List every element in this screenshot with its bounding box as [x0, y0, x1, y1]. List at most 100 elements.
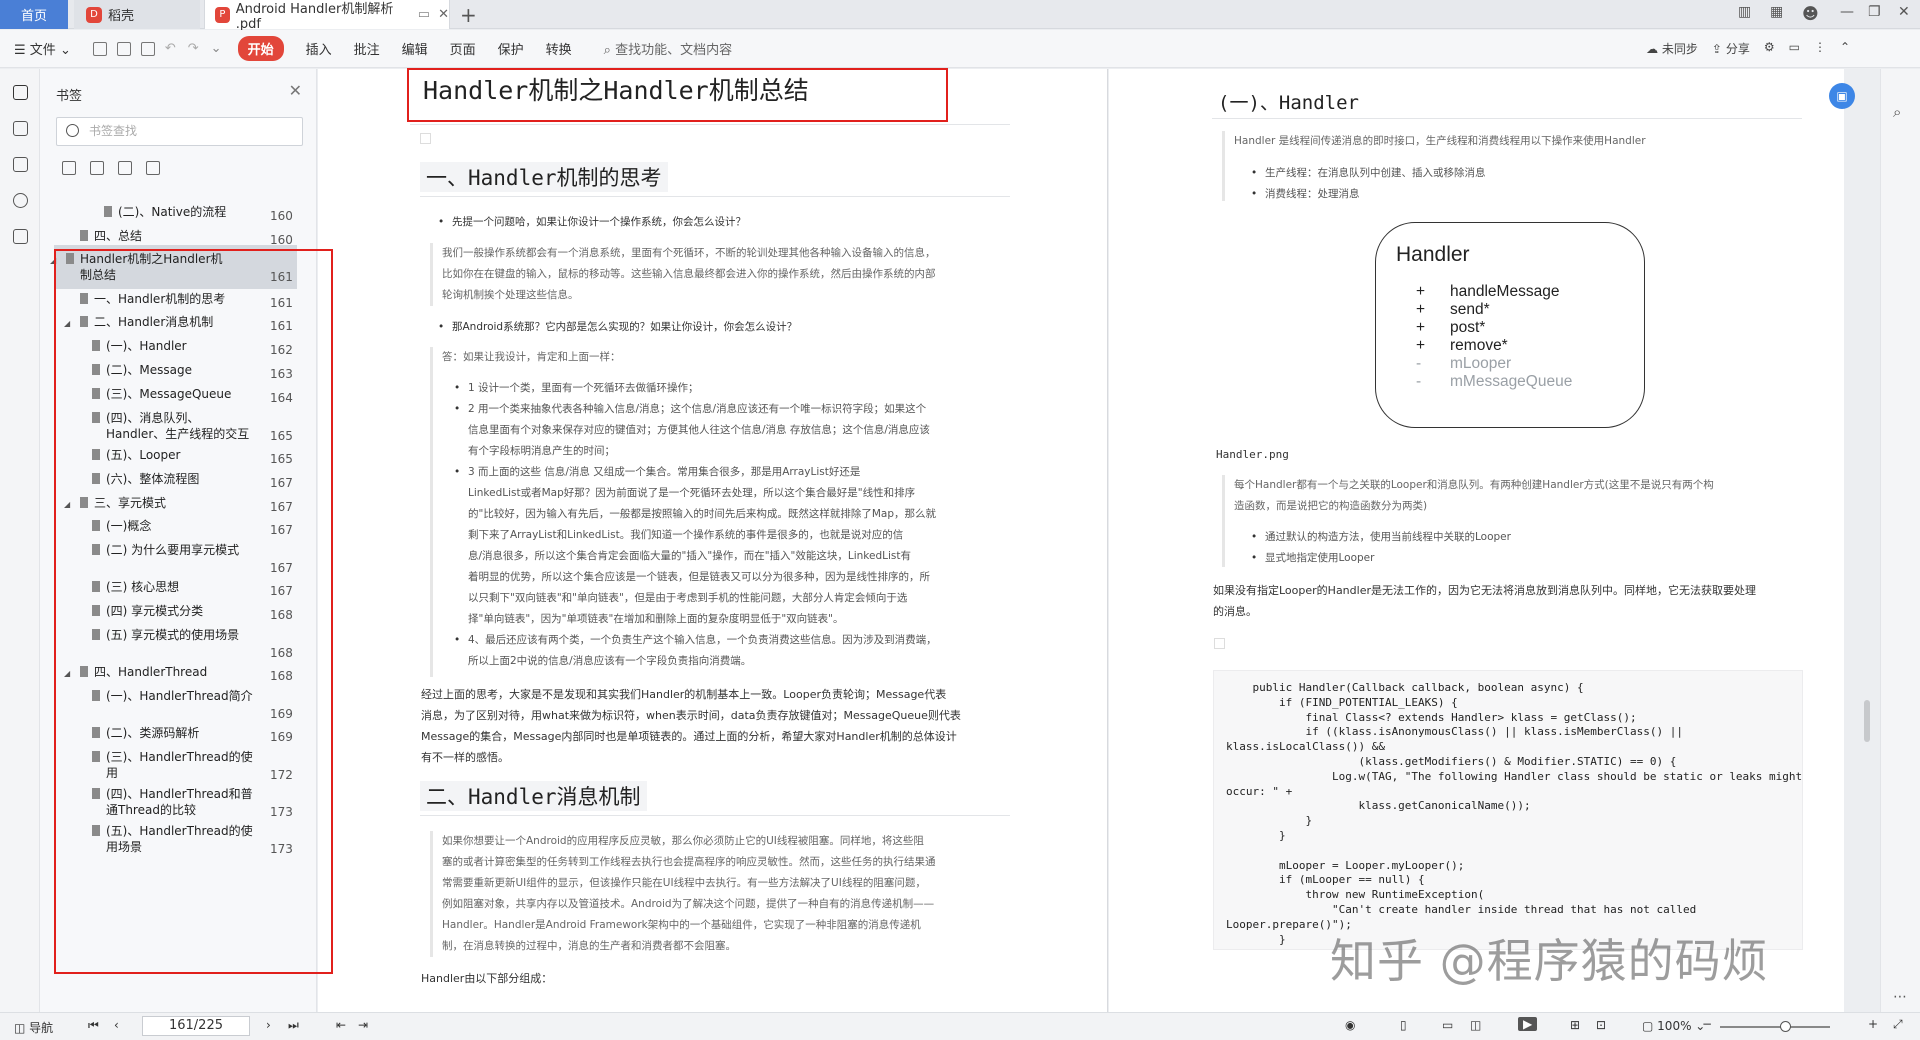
layout-icon[interactable]: ▥	[1738, 4, 1751, 20]
anchor-icon	[420, 133, 431, 144]
step-line: 2 用一个类来抽象代表各种输入信息/消息；这个信息/消息应该还有一个唯一标识符字…	[468, 403, 927, 415]
navigation-label: 导航	[29, 1021, 54, 1035]
code-line: Log.w(TAG, "The following Handler class …	[1226, 769, 1803, 783]
bookmark-outline-icon[interactable]	[146, 161, 160, 175]
avatar[interactable]: ☻	[1802, 4, 1819, 23]
function-search-label: 查找功能、文档内容	[615, 43, 733, 58]
first-page-icon[interactable]: ⏮	[88, 1018, 99, 1033]
open-folder-icon[interactable]	[92, 41, 107, 56]
function-search[interactable]: ⌕ 查找功能、文档内容	[604, 39, 732, 58]
minimize-icon[interactable]: —	[1840, 4, 1854, 20]
sync-status[interactable]: ☁ 未同步	[1646, 40, 1698, 57]
menu-insert[interactable]: 插入	[306, 39, 332, 58]
member-name: mLooper	[1450, 355, 1512, 372]
next-page-icon[interactable]: ›	[266, 1018, 271, 1032]
add-bookmark-icon[interactable]	[62, 161, 76, 175]
bullet-default-constructor: 通过默认的构造方法，使用当前线程中关联的Looper	[1251, 527, 1511, 548]
tab-daoke[interactable]: D 稻壳	[74, 0, 200, 29]
step-line: 以只剩下"双向链表"和"单向链表"，但是由于考虑到手机的性能问题，大部分人肯定会…	[468, 592, 908, 604]
menu-edit[interactable]: 编辑	[402, 39, 428, 58]
menu-annotate[interactable]: 批注	[354, 39, 380, 58]
step-line: 所以上面2中说的信息/消息应该有一个字段负责指向消费端。	[468, 655, 752, 667]
sync-label: 未同步	[1661, 42, 1698, 56]
single-page-icon[interactable]: ▯	[1400, 1018, 1407, 1032]
handler-class-diagram: Handler + handleMessage + send* + post* + remov…	[1375, 222, 1645, 428]
bookmark-item[interactable]: 四、总结 160	[40, 228, 317, 247]
close-panel-icon[interactable]: ✕	[289, 81, 302, 100]
tab-pdf-document[interactable]: P Android Handler机制解析 .pdf ▭ ✕	[204, 0, 450, 32]
page-number-input[interactable]: 161/225	[142, 1016, 250, 1036]
bullet-question-1: 先提一个问题哈，如果让你设计一个操作系统，你会怎么设计？	[438, 212, 746, 233]
close-window-icon[interactable]: ✕	[1898, 4, 1910, 20]
page-view-icon[interactable]: ▭	[1442, 1018, 1453, 1032]
code-block: public Handler(Callback callback, boolea…	[1213, 670, 1803, 950]
close-tab-icon[interactable]: ✕	[438, 7, 449, 22]
tab-home[interactable]: 首页	[0, 0, 68, 29]
attachment-icon[interactable]	[13, 193, 28, 208]
comment-icon[interactable]: ▭	[1789, 40, 1800, 57]
menu-page[interactable]: 页面	[450, 39, 476, 58]
quote-os: 我们一般操作系统都会有一个消息系统，里面有个死循环，不断的轮训处理其他各种输入设…	[430, 243, 1020, 306]
bookmark-highlight-box	[54, 249, 333, 974]
menu-protect[interactable]: 保护	[498, 39, 524, 58]
zoom-in-icon[interactable]: +	[1868, 1017, 1878, 1031]
bookmark-item[interactable]: (二)、Native的流程 160	[40, 204, 317, 223]
more-options-icon[interactable]: ⋯	[1893, 989, 1907, 1005]
divider	[420, 815, 1010, 816]
navigation-toggle[interactable]: ◫ 导航	[14, 1019, 53, 1036]
status-bar: ◫ 导航 ⏮ ‹ 161/225 › ⏭ ⇤ ⇥ ◉ ▯ ▭ ◫ ▶ ⊞ ⊡ ▢…	[0, 1012, 1920, 1040]
save-icon[interactable]	[116, 41, 131, 56]
last-page-icon[interactable]: ⏭	[288, 1018, 299, 1033]
new-tab-button[interactable]: +	[460, 3, 477, 27]
zoom-out-icon[interactable]: −	[1702, 1017, 1712, 1031]
back-icon[interactable]: ⇤	[336, 1018, 346, 1032]
share-button[interactable]: ⇪ 分享	[1712, 40, 1750, 57]
eye-protection-icon[interactable]: ◉	[1345, 1018, 1355, 1032]
fit-page-icon[interactable]: ⊡	[1596, 1018, 1606, 1032]
quote-line: 比如你在在键盘的输入，鼠标的移动等。这些输入信息最终都会进入你的操作系统，然后由…	[442, 268, 936, 280]
zoom-search-icon[interactable]: ⌕	[1893, 103, 1901, 121]
add-sub-bookmark-icon[interactable]	[90, 161, 104, 175]
paragraph-summary: 经过上面的思考，大家是不是发现和其实我们Handler的机制基本上一致。Loop…	[421, 684, 1021, 768]
redo-icon[interactable]: ↷	[188, 41, 199, 56]
code-line: occur: " +	[1226, 784, 1293, 798]
undo-icon[interactable]: ↶	[165, 41, 176, 56]
print-icon[interactable]	[140, 41, 155, 56]
zoom-slider[interactable]	[1720, 1026, 1830, 1028]
more-chevron-icon[interactable]: ⌄	[211, 41, 222, 56]
fullscreen-icon[interactable]: ⤢	[1893, 1017, 1903, 1032]
thumbnail-icon[interactable]	[13, 121, 28, 136]
double-page-icon[interactable]: ◫	[1470, 1018, 1481, 1032]
quote-mechanism: 如果你想要让一个Android的应用程序反应灵敏，那么你必须防止它的UI线程被阻…	[430, 831, 1020, 957]
settings-icon[interactable]: ⚙	[1764, 40, 1775, 57]
signature-icon[interactable]	[13, 229, 28, 244]
ai-assistant-icon[interactable]: ▣	[1829, 83, 1855, 109]
apps-grid-icon[interactable]: ▦	[1770, 4, 1783, 20]
bookmark-page-number: 160	[270, 233, 293, 247]
zoom-slider-handle[interactable]	[1780, 1021, 1791, 1032]
bookmark-panel-icon[interactable]	[13, 85, 28, 100]
menu-convert[interactable]: 转换	[546, 39, 572, 58]
play-icon[interactable]: ▶	[1518, 1017, 1538, 1031]
step-line: LinkedList或者Map好那？因为前面说了是一个死循环去处理，所以这个集合…	[468, 487, 916, 499]
bookmark-icon[interactable]	[118, 161, 132, 175]
member-visibility: -	[1416, 373, 1422, 390]
quote-line: 制，在消息转换的过程中，消息的生产者和消费者都不会阻塞。	[442, 940, 736, 952]
document-scrollbar[interactable]	[1864, 700, 1870, 742]
collapse-ribbon-icon[interactable]: ⌃	[1840, 40, 1850, 57]
prev-page-icon[interactable]: ‹	[114, 1018, 119, 1032]
restore-icon[interactable]: ❐	[1868, 4, 1881, 20]
zoom-level[interactable]: ▢ 100% ⌄	[1642, 1019, 1705, 1033]
menu-start[interactable]: 开始	[237, 36, 284, 61]
more-icon[interactable]: ⋮	[1814, 40, 1826, 57]
forward-icon[interactable]: ⇥	[358, 1018, 368, 1032]
menu-file[interactable]: ☰ 文件 ⌄	[14, 39, 71, 58]
annotation-list-icon[interactable]	[13, 157, 28, 172]
step-line: 息/消息很多，所以这个集合肯定会面临大量的"插入"操作，而在"插入"效能这块，L…	[468, 550, 911, 562]
bookmark-search-input[interactable]: 书签查找	[56, 117, 303, 146]
answer-step-4: 4、最后还应该有两个类，一个负责生产这个输入信息，一个负责消费这些信息。因为涉及…	[454, 630, 1008, 672]
fit-width-icon[interactable]: ⊞	[1570, 1018, 1580, 1032]
bookmark-toolbar	[62, 161, 160, 175]
pin-icon[interactable]: ▭	[418, 7, 430, 22]
divider	[410, 124, 1010, 125]
